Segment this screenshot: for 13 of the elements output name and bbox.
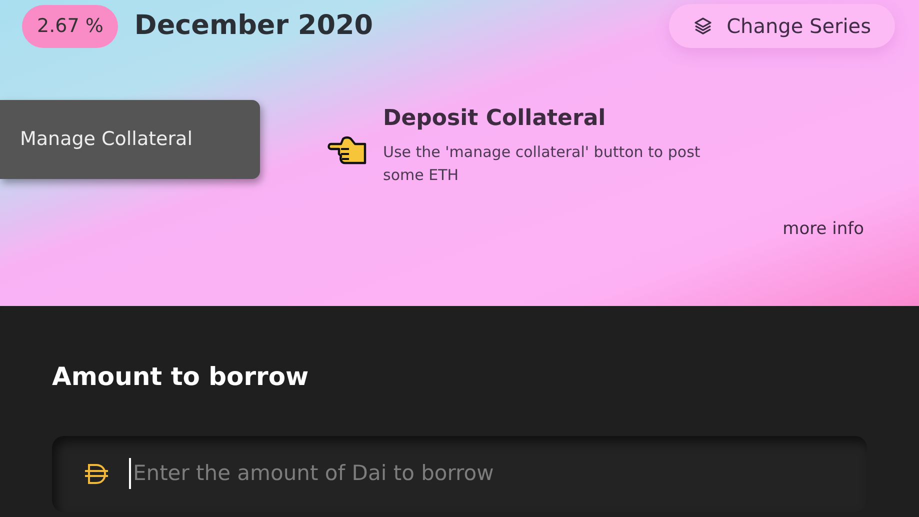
more-info-link[interactable]: more info — [782, 217, 864, 242]
change-series-button[interactable]: Change Series — [668, 4, 895, 48]
pointing-hand-icon — [327, 135, 367, 165]
manage-collateral-button[interactable]: Manage Collateral — [0, 100, 260, 179]
amount-input[interactable]: Enter the amount of Dai to borrow — [129, 458, 867, 490]
notice-text: Use the 'manage collateral' button to post some ETH — [383, 142, 702, 186]
series-title: December 2020 — [134, 8, 374, 43]
rate-badge: 2.67 % — [22, 4, 118, 48]
amount-field[interactable]: Enter the amount of Dai to borrow — [52, 436, 867, 512]
notice-title: Deposit Collateral — [383, 105, 607, 133]
dai-icon — [84, 462, 109, 484]
section-heading: Amount to borrow — [52, 361, 310, 393]
layers-icon — [692, 16, 713, 36]
